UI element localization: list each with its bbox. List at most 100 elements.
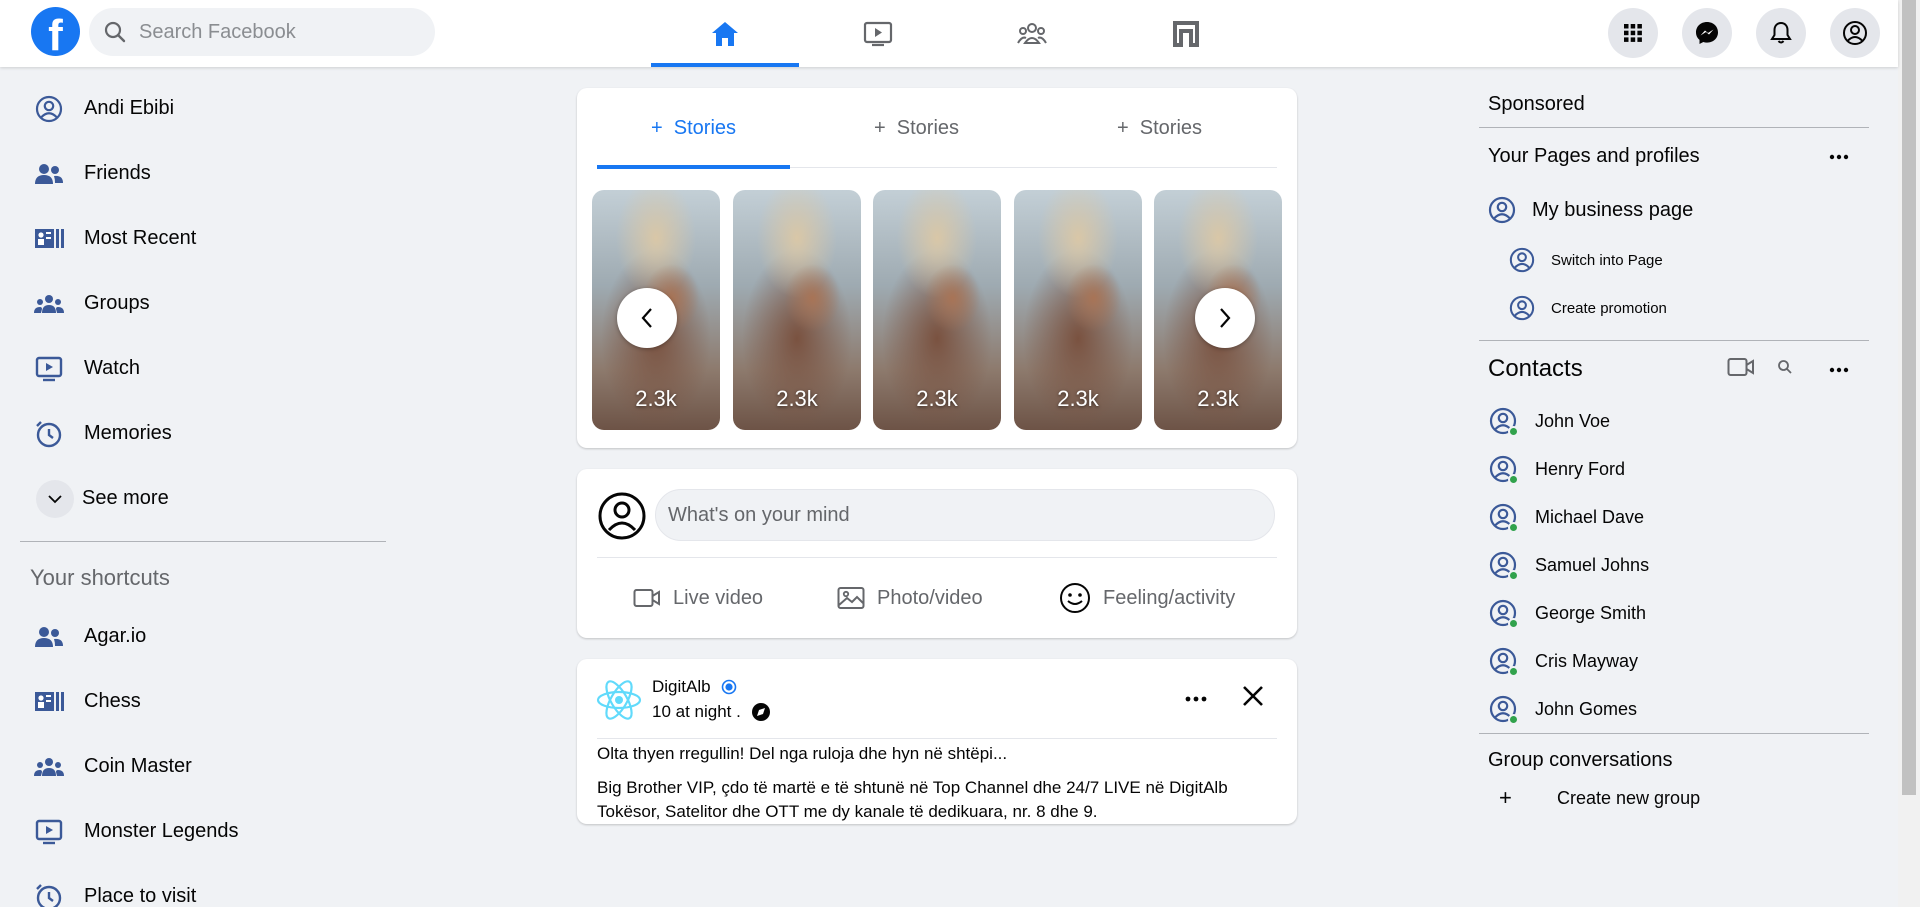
contacts-title: Contacts — [1488, 355, 1583, 382]
sidebar-item-memories[interactable]: Memories — [20, 401, 390, 466]
tab-stories-1[interactable]: + Stories — [597, 88, 790, 169]
story-count: 2.3k — [635, 386, 677, 411]
search-input[interactable] — [139, 20, 409, 44]
sidebar-item-friends[interactable]: Friends — [20, 141, 390, 206]
contact-item[interactable]: John Voe — [1479, 397, 1869, 445]
contacts-options-button[interactable] — [1829, 360, 1849, 378]
video-camera-icon — [633, 589, 660, 607]
page-scrollbar[interactable] — [1898, 0, 1920, 907]
sidebar-item-label: Andi Ebibi — [84, 97, 175, 119]
pages-title: Your Pages and profiles — [1488, 145, 1700, 167]
business-page-label: My business page — [1532, 198, 1694, 221]
nav-tab-watch[interactable] — [804, 0, 952, 67]
photo-video-button[interactable]: Photo/video — [837, 573, 983, 623]
sidebar-item-label: Friends — [84, 162, 151, 184]
online-indicator — [1508, 618, 1519, 629]
contact-name: John Gomes — [1535, 698, 1638, 719]
action-label: Live video — [673, 586, 764, 609]
contact-item[interactable]: Michael Dave — [1479, 493, 1869, 541]
chevron-right-icon — [1220, 308, 1231, 328]
post-composer: What's on your mind Live video Photo/vid… — [577, 469, 1297, 638]
online-indicator — [1508, 570, 1519, 581]
menu-button[interactable] — [1608, 8, 1658, 58]
shortcut-item[interactable]: Chess — [20, 669, 390, 734]
groups-icon — [1017, 22, 1047, 44]
feeling-activity-button[interactable]: Feeling/activity — [1059, 573, 1235, 623]
contact-item[interactable]: Cris Mayway — [1479, 637, 1869, 685]
post-time[interactable]: 10 at night . — [652, 702, 771, 722]
nav-tab-gaming[interactable] — [1112, 0, 1260, 67]
sidebar-item-most-recent[interactable]: Most Recent — [20, 206, 390, 271]
nav-tab-groups[interactable] — [958, 0, 1106, 67]
business-page-item[interactable]: My business page — [1479, 184, 1869, 236]
contact-avatar — [1489, 503, 1519, 533]
facebook-logo[interactable]: f — [31, 7, 80, 56]
contacts-header: Contacts — [1479, 341, 1869, 397]
pages-options-button[interactable] — [1829, 147, 1849, 165]
account-button[interactable] — [1830, 8, 1880, 58]
see-more-button[interactable]: See more — [20, 466, 390, 531]
notifications-button[interactable] — [1756, 8, 1806, 58]
watch-icon — [34, 354, 64, 384]
contact-name: John Voe — [1535, 410, 1611, 431]
new-video-call-button[interactable] — [1727, 357, 1755, 382]
photo-icon — [837, 587, 865, 609]
nav-tab-home[interactable] — [651, 0, 799, 67]
tab-label: Stories — [673, 116, 737, 139]
scrollbar-thumb[interactable] — [1902, 0, 1916, 795]
contact-avatar — [1489, 551, 1519, 581]
whats-on-your-mind-input[interactable]: What's on your mind — [655, 489, 1275, 541]
post-author[interactable]: DigitAlb — [652, 677, 737, 697]
story-count: 2.3k — [1057, 386, 1099, 411]
contact-name: Cris Mayway — [1535, 650, 1639, 671]
contact-item[interactable]: Samuel Johns — [1479, 541, 1869, 589]
sidebar-item-watch[interactable]: Watch — [20, 336, 390, 401]
tab-stories-2[interactable]: + Stories — [820, 88, 1013, 168]
story-card[interactable]: 2.3k — [733, 190, 861, 430]
close-icon — [1243, 686, 1263, 706]
create-new-group-button[interactable]: + Create new group — [1479, 776, 1869, 820]
sidebar-item-groups[interactable]: Groups — [20, 271, 390, 336]
post-headline: Olta thyen rregullin! Del nga ruloja dhe… — [597, 744, 1008, 763]
story-card[interactable]: 2.3k — [1014, 190, 1142, 430]
contact-item[interactable]: Henry Ford — [1479, 445, 1869, 493]
sidebar-item-label: Watch — [84, 357, 140, 379]
sidebar-item-profile[interactable]: Andi Ebibi — [20, 76, 390, 141]
hide-post-button[interactable] — [1242, 685, 1264, 712]
shortcut-item[interactable]: Monster Legends — [20, 799, 390, 864]
most-recent-icon — [34, 687, 64, 717]
story-card[interactable]: 2.3k — [873, 190, 1001, 430]
plus-icon: + — [650, 116, 663, 139]
top-navigation-bar: f — [0, 0, 1898, 67]
online-indicator — [1508, 426, 1519, 437]
create-promotion-item[interactable]: Create promotion — [1479, 284, 1869, 332]
search-icon — [104, 21, 126, 43]
stories-tabs: + Stories + Stories + Stories — [597, 88, 1277, 169]
user-avatar-icon — [598, 492, 646, 540]
contact-item[interactable]: John Gomes — [1479, 685, 1869, 733]
switch-into-page-item[interactable]: Switch into Page — [1479, 236, 1869, 284]
contact-item[interactable]: George Smith — [1479, 589, 1869, 637]
stories-next-button[interactable] — [1195, 288, 1255, 348]
post-options-button[interactable] — [1185, 689, 1207, 707]
online-indicator — [1508, 522, 1519, 533]
stories-prev-button[interactable] — [617, 288, 677, 348]
plus-icon: + — [1499, 785, 1512, 810]
search-box[interactable] — [89, 8, 435, 56]
shortcut-item[interactable]: Place to visit — [20, 864, 390, 907]
shortcut-item[interactable]: Agar.io — [20, 604, 390, 669]
shortcut-label: Agar.io — [84, 625, 147, 647]
messenger-icon — [1696, 22, 1718, 44]
plus-icon: + — [873, 116, 886, 139]
messenger-button[interactable] — [1682, 8, 1732, 58]
menu-grid-icon — [1624, 24, 1642, 42]
contact-name: Henry Ford — [1535, 458, 1626, 479]
search-contacts-button[interactable] — [1777, 359, 1793, 380]
tab-stories-3[interactable]: + Stories — [1063, 88, 1256, 168]
contact-name: Samuel Johns — [1535, 554, 1650, 575]
live-video-button[interactable]: Live video — [633, 573, 763, 623]
video-camera-icon — [1727, 357, 1754, 376]
switch-profile-icon — [1509, 247, 1535, 273]
more-horizontal-icon — [1829, 367, 1849, 373]
shortcut-item[interactable]: Coin Master — [20, 734, 390, 799]
